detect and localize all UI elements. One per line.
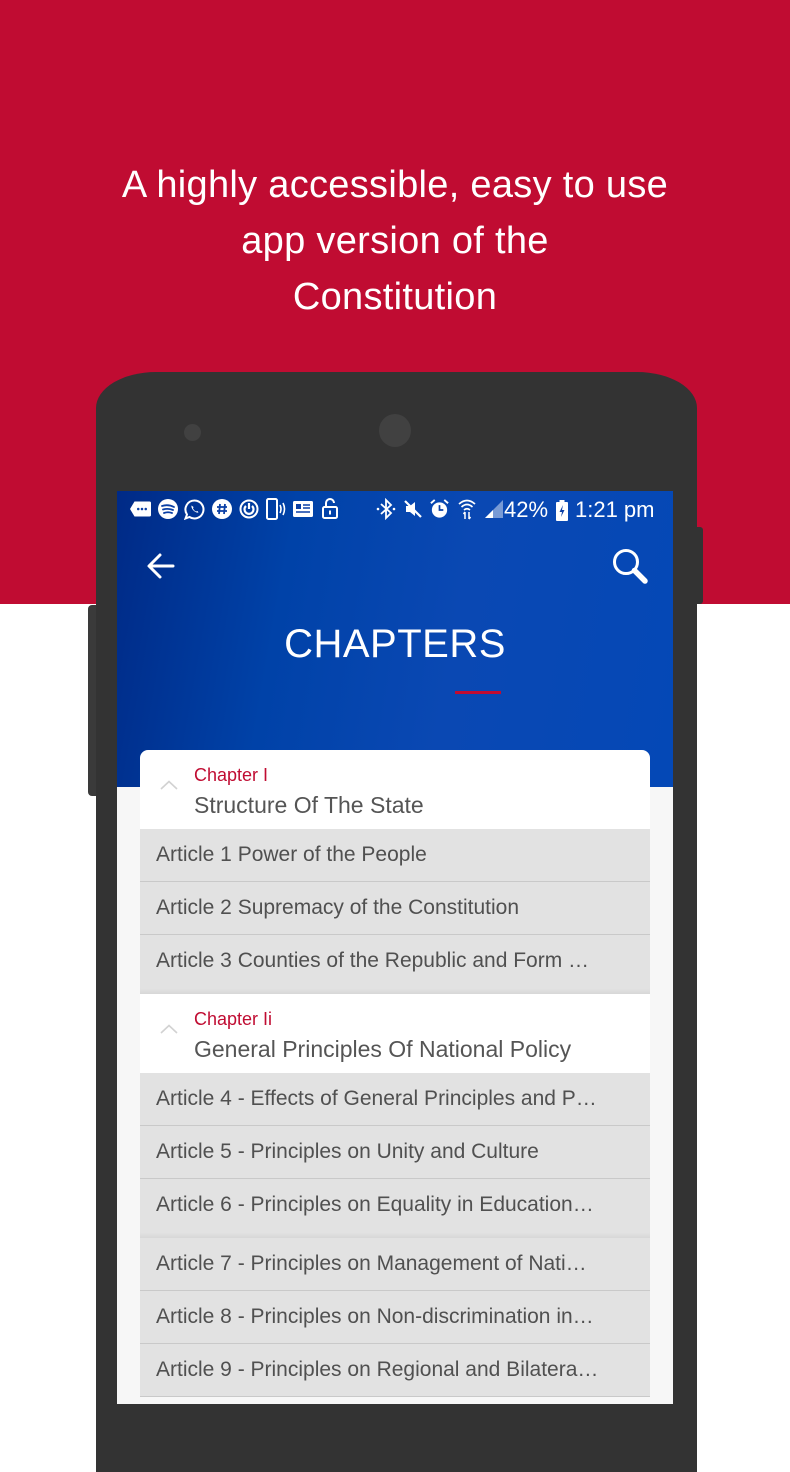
headline-line: Constitution bbox=[292, 276, 498, 319]
article-label: Article 3 Counties of the Republic and F… bbox=[156, 949, 590, 972]
article-item[interactable]: Article 4 - Effects of General Principle… bbox=[140, 1073, 650, 1126]
chapter-number: Chapter I bbox=[194, 765, 269, 785]
headline-line: app version of the bbox=[241, 220, 549, 263]
article-label: Article 6 - Principles on Equality in Ed… bbox=[156, 1193, 594, 1216]
news-icon bbox=[292, 498, 313, 520]
mute-icon bbox=[402, 498, 423, 520]
article-item[interactable]: Article 2 Supremacy of the Constitution bbox=[140, 882, 650, 935]
chapter-list: Chapter I Structure Of The State Article… bbox=[140, 750, 650, 1397]
article-label: Article 7 - Principles on Management of … bbox=[156, 1252, 587, 1275]
page-title: CHAPTERS bbox=[284, 622, 506, 666]
article-item[interactable]: Article 1 Power of the People bbox=[140, 829, 650, 882]
back-button[interactable] bbox=[145, 551, 177, 581]
headline-line: A highly accessible, easy to use bbox=[121, 164, 669, 207]
chapter-header[interactable]: Chapter Ii General Principles Of Nationa… bbox=[140, 994, 650, 1073]
article-label: Article 5 - Principles on Unity and Cult… bbox=[156, 1140, 539, 1163]
article-item[interactable]: Article 5 - Principles on Unity and Cult… bbox=[140, 1126, 650, 1179]
article-item[interactable]: Article 3 Counties of the Republic and F… bbox=[140, 935, 650, 994]
signal-icon bbox=[483, 498, 504, 520]
spotify-icon bbox=[157, 498, 178, 520]
phone-camera bbox=[379, 414, 411, 447]
alarm-icon bbox=[429, 498, 450, 520]
chapter-header[interactable]: Chapter I Structure Of The State bbox=[140, 750, 650, 829]
chevron-up-icon bbox=[160, 1024, 178, 1034]
sync-icon bbox=[238, 498, 259, 520]
article-label: Article 8 - Principles on Non-discrimina… bbox=[156, 1305, 594, 1328]
status-bar: 42% 1:21 pm bbox=[117, 491, 673, 529]
article-item[interactable]: Article 6 - Principles on Equality in Ed… bbox=[140, 1179, 650, 1238]
clock: 1:21 pm bbox=[575, 497, 655, 522]
whatsapp-icon bbox=[184, 498, 205, 520]
wifi-icon bbox=[456, 498, 477, 520]
chevron-up-icon bbox=[160, 780, 178, 790]
battery-percent: 42% bbox=[504, 497, 549, 522]
chapter-number: Chapter Ii bbox=[194, 1009, 273, 1029]
article-item[interactable]: Article 9 - Principles on Regional and B… bbox=[140, 1344, 650, 1397]
search-icon bbox=[613, 549, 648, 584]
phone-sensor bbox=[184, 424, 201, 441]
battery-charging-icon bbox=[555, 499, 569, 521]
slack-icon bbox=[211, 498, 232, 520]
arrow-left-icon bbox=[147, 553, 175, 579]
article-item[interactable]: Article 8 - Principles on Non-discrimina… bbox=[140, 1291, 650, 1344]
chapter-title: General Principles Of National Policy bbox=[194, 1036, 572, 1062]
messages-icon bbox=[130, 498, 151, 520]
search-button[interactable] bbox=[611, 547, 649, 585]
app-header: 42% 1:21 pm CHAPTERS bbox=[117, 491, 673, 787]
lock-icon bbox=[319, 498, 340, 520]
title-underline bbox=[455, 691, 501, 694]
phone-vibrate-icon bbox=[265, 498, 286, 520]
article-label: Article 1 Power of the People bbox=[156, 843, 427, 866]
article-item[interactable]: Article 7 - Principles on Management of … bbox=[140, 1238, 650, 1291]
bluetooth-icon bbox=[375, 498, 396, 520]
promo-headline: A highly accessible, easy to use app ver… bbox=[60, 157, 730, 325]
article-label: Article 4 - Effects of General Principle… bbox=[156, 1087, 597, 1110]
phone-screen: 42% 1:21 pm CHAPTERS Chapter I Structure… bbox=[117, 491, 673, 1404]
article-label: Article 2 Supremacy of the Constitution bbox=[156, 896, 520, 919]
article-label: Article 9 - Principles on Regional and B… bbox=[156, 1358, 599, 1381]
chapter-title: Structure Of The State bbox=[194, 792, 424, 818]
